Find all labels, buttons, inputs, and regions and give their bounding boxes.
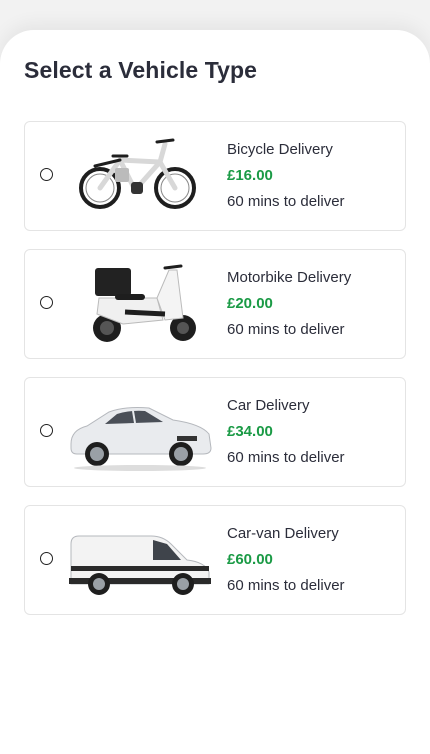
vehicle-name: Car-van Delivery: [227, 525, 339, 542]
van-image: [65, 514, 215, 606]
bottom-sheet: Select a Vehicle Type Bicycle Delivery £…: [0, 30, 430, 754]
vehicle-name: Motorbike Delivery: [227, 269, 352, 286]
delivery-time: 60 mins to deliver: [227, 193, 345, 210]
delivery-time: 60 mins to deliver: [227, 449, 345, 466]
vehicle-option-motorbike[interactable]: Motorbike Delivery £20.00 60 mins to del…: [24, 249, 406, 359]
car-image: [65, 386, 215, 478]
vehicle-info: Car Delivery £34.00 60 mins to deliver: [227, 397, 345, 467]
vehicle-list: Bicycle Delivery £16.00 60 mins to deliv…: [24, 121, 406, 633]
vehicle-option-car[interactable]: Car Delivery £34.00 60 mins to deliver: [24, 377, 406, 487]
radio-button[interactable]: [40, 168, 53, 181]
radio-button[interactable]: [40, 424, 53, 437]
vehicle-price: £20.00: [227, 295, 273, 312]
vehicle-info: Car-van Delivery £60.00 60 mins to deliv…: [227, 525, 345, 595]
vehicle-name: Bicycle Delivery: [227, 141, 333, 158]
vehicle-price: £60.00: [227, 551, 273, 568]
vehicle-info: Motorbike Delivery £20.00 60 mins to del…: [227, 269, 351, 339]
vehicle-price: £16.00: [227, 167, 273, 184]
vehicle-name: Car Delivery: [227, 397, 310, 414]
vehicle-price: £34.00: [227, 423, 273, 440]
vehicle-option-van[interactable]: Car-van Delivery £60.00 60 mins to deliv…: [24, 505, 406, 615]
vehicle-info: Bicycle Delivery £16.00 60 mins to deliv…: [227, 141, 345, 211]
radio-button[interactable]: [40, 296, 53, 309]
delivery-time: 60 mins to deliver: [227, 577, 345, 594]
bicycle-image: [65, 130, 215, 222]
page-title: Select a Vehicle Type: [24, 57, 258, 83]
vehicle-option-bicycle[interactable]: Bicycle Delivery £16.00 60 mins to deliv…: [24, 121, 406, 231]
delivery-time: 60 mins to deliver: [227, 321, 345, 338]
scooter-image: [65, 258, 215, 350]
radio-button[interactable]: [40, 552, 53, 565]
